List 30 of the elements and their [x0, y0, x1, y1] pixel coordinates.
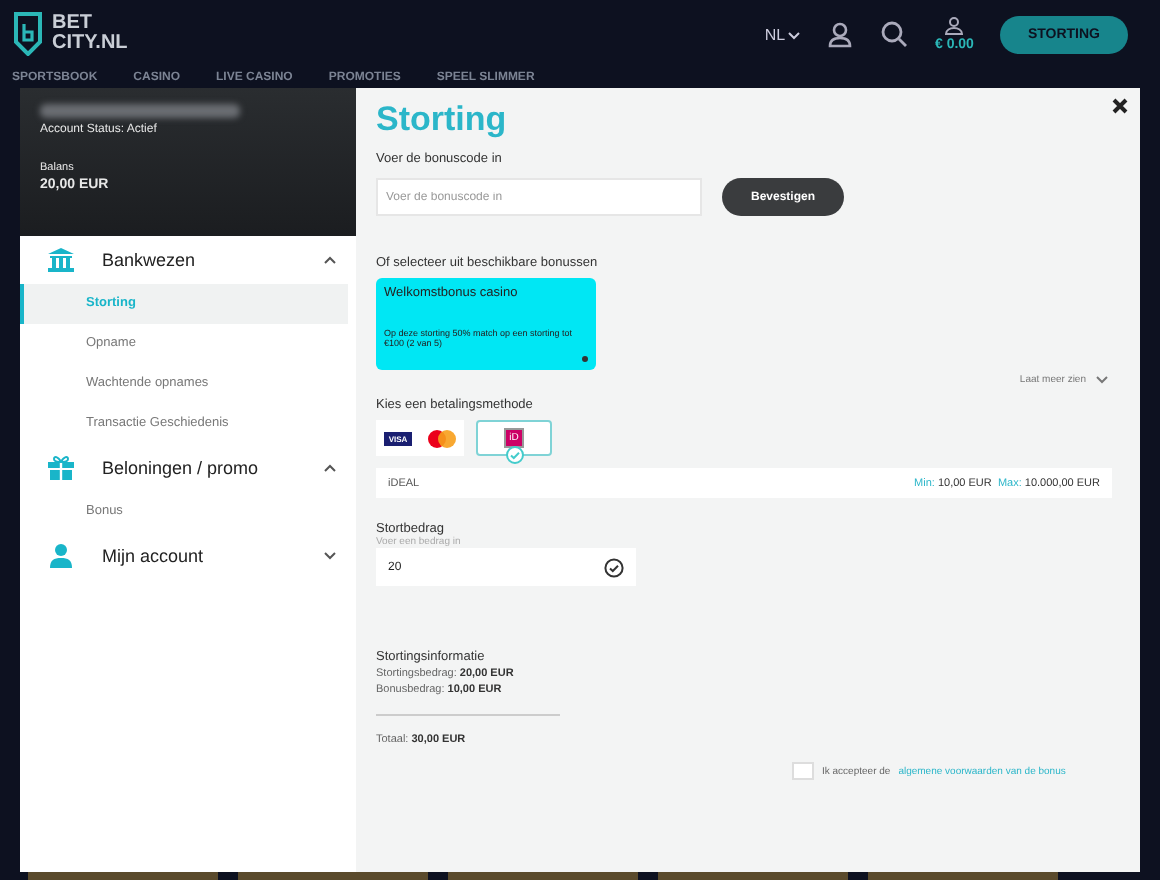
payment-method-option[interactable]: [420, 420, 464, 456]
close-icon[interactable]: [1112, 98, 1128, 114]
chevron-icon: [1096, 376, 1108, 384]
chevron-icon: [788, 31, 801, 39]
language-selector[interactable]: NL: [764, 25, 801, 43]
user-icon[interactable]: [826, 20, 855, 48]
chevron-icon: [324, 552, 336, 560]
check-icon: [506, 446, 524, 464]
section-label: Bankwezen: [102, 250, 198, 270]
logo[interactable]: BET CITY.NL: [12, 12, 128, 56]
menu-section[interactable]: Bankwezen: [20, 236, 356, 284]
menu-section[interactable]: Beloningen / promo: [20, 444, 356, 492]
account-icon[interactable]: [944, 16, 965, 36]
search-icon[interactable]: [880, 20, 909, 48]
logo-text: CITY.NL: [52, 34, 128, 54]
gift-icon: [48, 456, 74, 480]
check-circle-icon: [604, 557, 624, 577]
terms-checkbox[interactable]: [792, 762, 814, 780]
logo-text: BET: [52, 14, 94, 34]
menu-section[interactable]: Mijn account: [20, 532, 356, 580]
page-title: Storting: [376, 100, 509, 140]
chevron-icon: [324, 256, 336, 264]
radio-dot-icon: [582, 356, 588, 362]
section-label: Beloningen / promo: [102, 458, 261, 478]
mastercard-logo-icon: [428, 429, 456, 447]
chevron-icon: [324, 464, 336, 472]
section-label: Mijn account: [102, 546, 206, 566]
bank-icon: [48, 248, 74, 272]
shield-logo-icon: [12, 12, 44, 56]
user-icon: [48, 544, 74, 568]
